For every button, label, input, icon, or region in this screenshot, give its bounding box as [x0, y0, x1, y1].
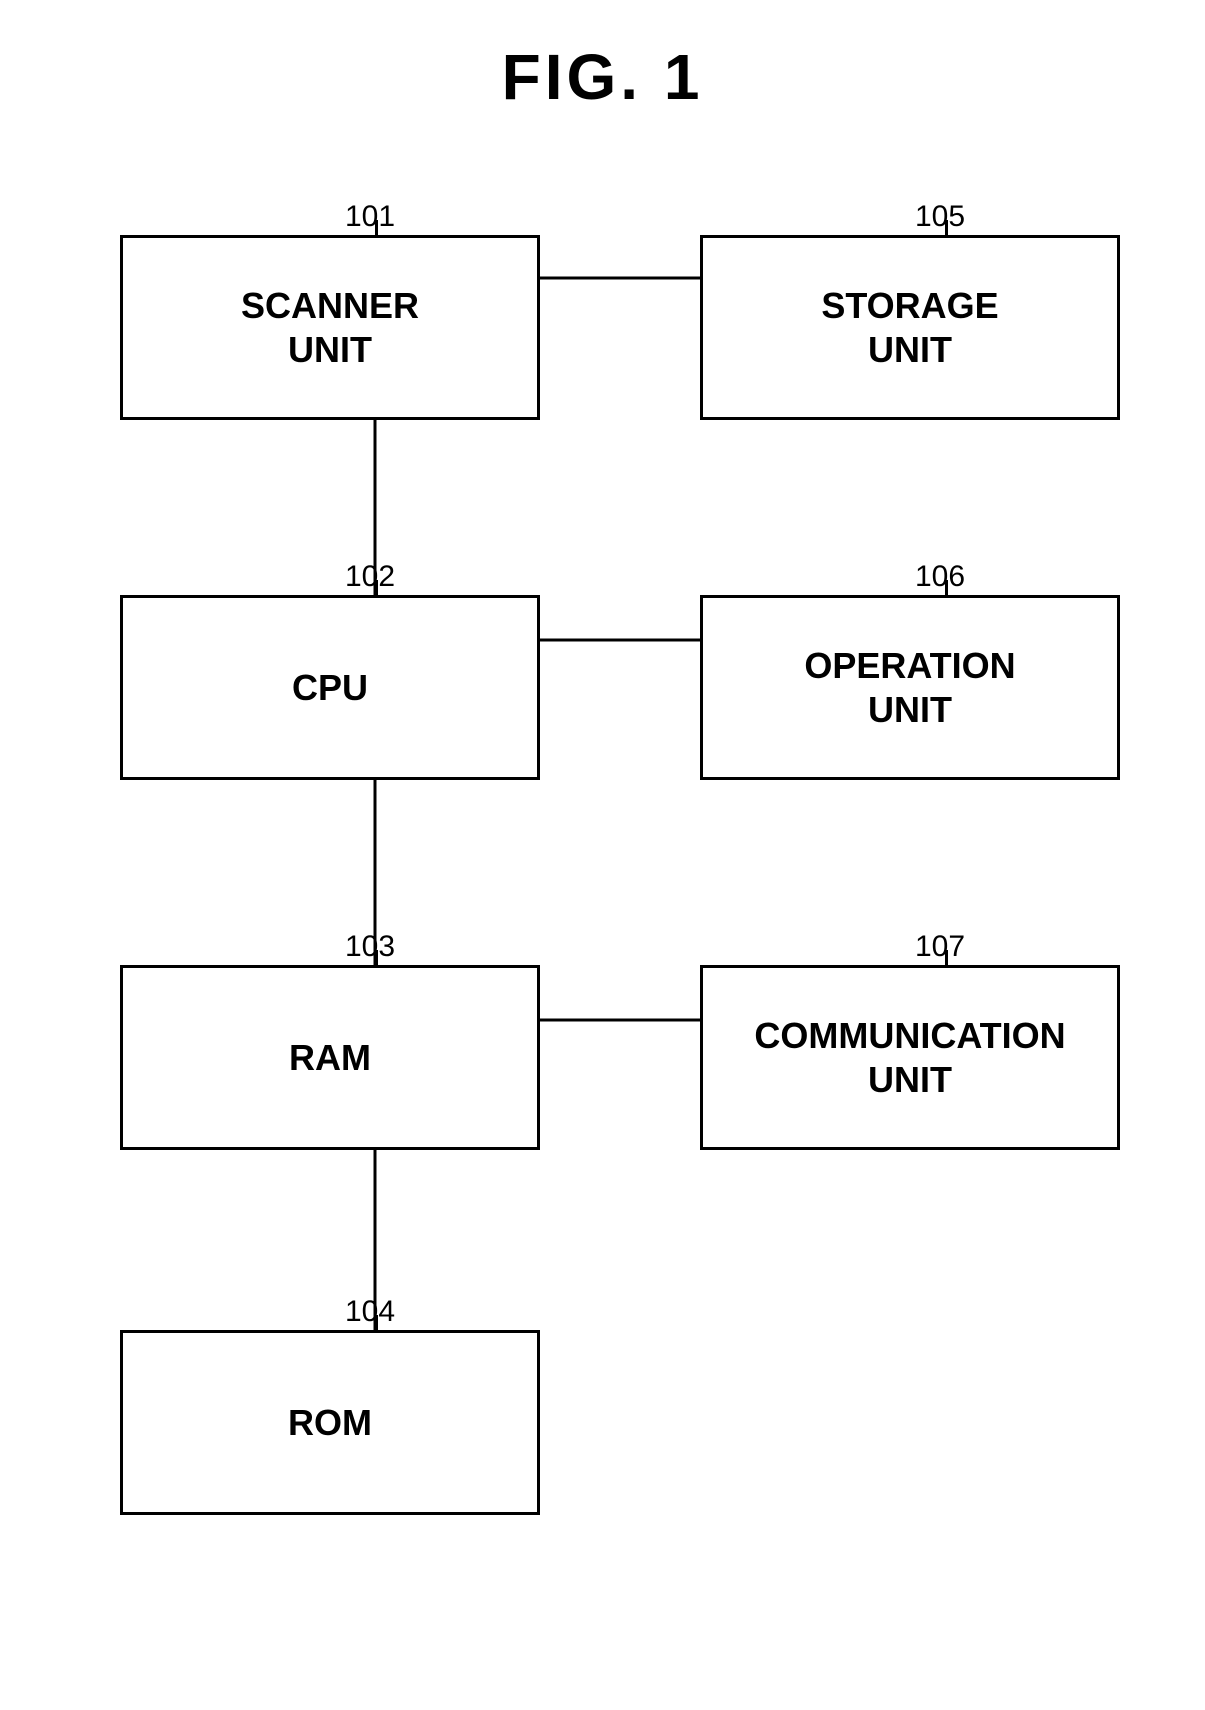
operation-unit-box: OPERATION UNIT	[700, 595, 1120, 780]
cpu-box: CPU	[120, 595, 540, 780]
rom-box: ROM	[120, 1330, 540, 1515]
scanner-unit-box: SCANNER UNIT	[120, 235, 540, 420]
ram-box: RAM	[120, 965, 540, 1150]
diagram-container: 101 SCANNER UNIT 102 CPU 103 RAM 104 ROM…	[60, 160, 1145, 1650]
page-title: FIG. 1	[0, 0, 1205, 114]
storage-unit-box: STORAGE UNIT	[700, 235, 1120, 420]
communication-unit-box: COMMUNICATION UNIT	[700, 965, 1120, 1150]
